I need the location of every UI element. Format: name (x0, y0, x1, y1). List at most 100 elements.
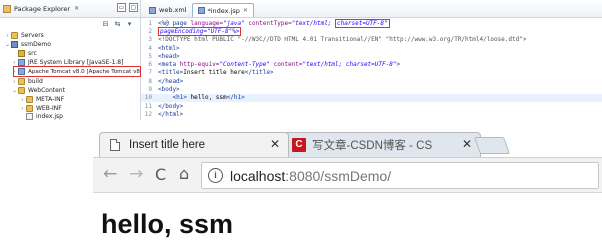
code-text: <head> (154, 53, 180, 60)
code-token: <title> (158, 69, 184, 77)
maximize-view-icon[interactable]: ▢ (129, 3, 138, 12)
code-text: <h1> hello, ssm</h1> (154, 94, 244, 102)
jsp-file-icon (197, 7, 205, 14)
close-tab-icon[interactable]: ✕ (462, 137, 472, 151)
code-text: <meta http-equiv="Content-Type" content=… (154, 61, 400, 68)
xml-file-icon (149, 6, 156, 14)
browser-tab-title: 写文章-CSDN博客 - CS (312, 140, 433, 152)
close-tab-icon[interactable]: ✕ (243, 4, 248, 18)
expand-arrow-icon[interactable]: › (11, 79, 18, 85)
line-number: 7 (148, 69, 152, 77)
code-token: <html> (158, 44, 180, 52)
tree-item-label: JRE System Library [JavaSE-1.8] (28, 59, 124, 66)
tab-index-jsp[interactable]: *index.jsp ✕ (191, 3, 254, 18)
source-folder-icon (18, 50, 25, 57)
browser-tab-strip: C 写文章-CSDN博客 - CS ✕ Insert title here ✕ (93, 129, 602, 157)
back-arrow-icon[interactable]: ← (103, 164, 117, 184)
line-number: 8 (148, 77, 152, 85)
expand-arrow-icon[interactable]: › (19, 106, 26, 112)
code-line[interactable]: 6 <meta http-equiv="Content-Type" content… (141, 61, 602, 69)
code-token: </body> (158, 102, 184, 110)
tree-item-meta-inf[interactable]: › META-INF (19, 95, 64, 104)
charset-annotation-box: pageEncoding="UTF-8"%> (158, 26, 242, 36)
code-token: <h1> (172, 94, 187, 102)
code-line[interactable]: 4 <html> (141, 44, 602, 52)
code-token: "Content-Type" (219, 61, 271, 69)
view-menu-icon[interactable]: ▾ (125, 20, 134, 28)
code-text: pageEncoding="UTF-8"%> (154, 26, 242, 36)
code-token: "java" (223, 19, 245, 27)
collapse-arrow-icon[interactable]: ⌄ (4, 42, 11, 48)
code-text: <!DOCTYPE html PUBLIC "-//W3C//DTD HTML … (154, 36, 526, 43)
file-icon (26, 113, 33, 120)
code-area[interactable]: 1 <%@ page language="java" contentType="t… (141, 18, 602, 120)
code-line[interactable]: 5 <head> (141, 52, 602, 60)
code-line[interactable]: 12 </html> (141, 110, 602, 118)
package-explorer-title[interactable]: Package Explorer (14, 5, 70, 13)
browser-window: C 写文章-CSDN博客 - CS ✕ Insert title here ✕ … (93, 129, 602, 245)
line-number: 10 (144, 94, 152, 102)
info-icon[interactable]: i (208, 168, 223, 183)
expand-arrow-icon[interactable]: › (19, 97, 26, 103)
library-icon (18, 59, 25, 66)
tree-item-label: Servers (21, 32, 44, 39)
browser-tab-csdn[interactable]: C 写文章-CSDN博客 - CS ✕ (281, 132, 481, 157)
home-icon[interactable]: ⌂ (179, 164, 189, 183)
tab-web-xml[interactable]: web.xml (144, 3, 192, 17)
collapse-arrow-icon[interactable]: ⌄ (11, 88, 18, 94)
code-token: content= (270, 61, 303, 69)
browser-toolbar: ← → C ⌂ i localhost:8080/ssmDemo/ (93, 157, 602, 193)
minimize-view-icon[interactable]: ▭ (117, 3, 126, 12)
line-number: 12 (144, 110, 152, 118)
code-token: <meta (158, 61, 180, 69)
code-line[interactable]: 10 <h1> hello, ssm</h1> (141, 93, 602, 102)
code-line[interactable]: 3 <!DOCTYPE html PUBLIC "-//W3C//DTD HTML… (141, 36, 602, 44)
browser-tab-active[interactable]: Insert title here ✕ (99, 132, 289, 157)
tree-item-label: META-INF (36, 96, 65, 103)
tree-item-servers[interactable]: › Servers (4, 31, 44, 40)
tree-item-label: WebContent (28, 87, 65, 94)
code-text: </head> (154, 78, 183, 85)
url-host: localhost (230, 167, 286, 184)
page-icon (110, 139, 120, 151)
tree-item-label: src (28, 50, 37, 57)
folder-icon (18, 78, 25, 85)
code-token: language= (190, 19, 224, 27)
line-number: 4 (148, 44, 152, 52)
line-number: 2 (148, 27, 152, 35)
close-view-icon[interactable]: ✕ (74, 5, 79, 12)
code-line[interactable]: 2 pageEncoding="UTF-8"%> (141, 26, 602, 36)
package-explorer-toolbar: ⊟ ⇆ ▾ (0, 18, 140, 30)
project-icon (11, 41, 18, 48)
tab-label: web.xml (159, 6, 187, 14)
code-line[interactable]: 7 <title>Insert title here</title> (141, 69, 602, 77)
package-explorer-icon (3, 4, 11, 13)
new-tab-button[interactable] (473, 137, 511, 154)
tree-item-build[interactable]: › build (11, 77, 43, 86)
reload-icon[interactable]: C (155, 165, 166, 184)
expand-arrow-icon[interactable]: › (11, 60, 18, 66)
address-bar[interactable]: i localhost:8080/ssmDemo/ (201, 162, 599, 189)
code-token: <%@ page (158, 19, 191, 27)
package-explorer-panel: Package Explorer ✕ ▭ ▢ ⊟ ⇆ ▾ › Servers ⌄… (0, 0, 147, 121)
collapse-all-icon[interactable]: ⊟ (101, 20, 110, 28)
tree-item-label: ssmDemo (21, 41, 51, 48)
code-text: <%@ page language="java" contentType="te… (154, 18, 390, 28)
code-line[interactable]: 11 </body> (141, 102, 602, 110)
url-path: :8080/ssmDemo/ (285, 167, 392, 184)
tree-item-ssmdemo[interactable]: ⌄ ssmDemo (4, 40, 51, 49)
code-text: </html> (154, 111, 183, 118)
tomcat-annotation-box (13, 66, 141, 77)
tree-item-src[interactable]: src (11, 49, 37, 58)
tree-item-webcontent[interactable]: ⌄ WebContent (11, 86, 65, 95)
close-tab-icon[interactable]: ✕ (270, 137, 280, 151)
code-line[interactable]: 9 <body> (141, 85, 602, 93)
link-editor-icon[interactable]: ⇆ (113, 20, 122, 28)
code-token: Insert title here (183, 69, 245, 77)
forward-arrow-icon[interactable]: → (129, 164, 143, 184)
expand-arrow-icon[interactable]: › (4, 33, 11, 39)
code-line[interactable]: 8 </head> (141, 77, 602, 85)
code-text: <html> (154, 45, 180, 52)
tree-item-index-jsp[interactable]: index.jsp (19, 112, 63, 121)
